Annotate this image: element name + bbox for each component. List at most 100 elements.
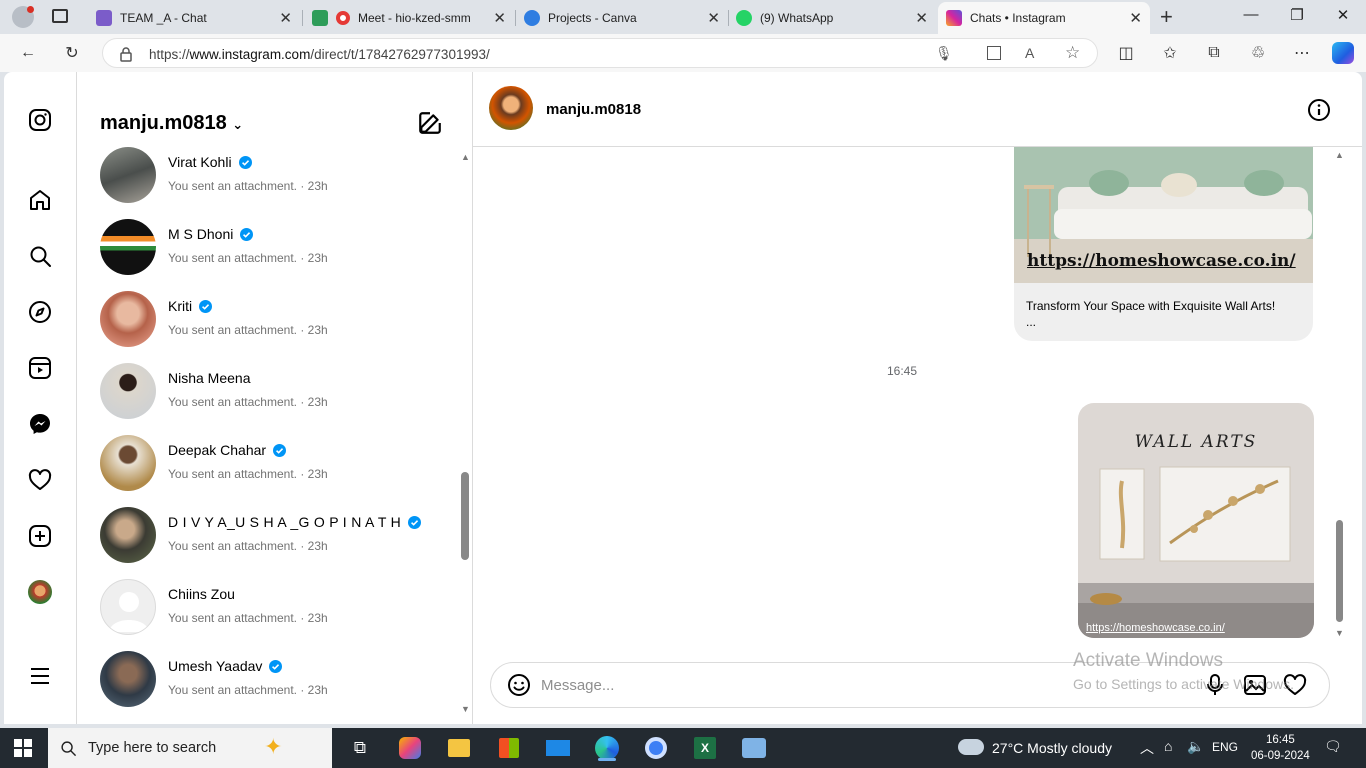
link-preview-card[interactable]: https://homeshowcase.co.in/ Transform Yo… xyxy=(1014,147,1313,341)
chevron-up-icon[interactable]: ︿ xyxy=(1140,738,1154,758)
close-tab-icon[interactable]: ✕ xyxy=(279,9,292,27)
copilot-app-icon[interactable] xyxy=(397,735,423,761)
tab-canva[interactable]: Projects - Canva ✕ xyxy=(516,4,728,32)
file-explorer-icon[interactable] xyxy=(446,735,472,761)
notifications-icon[interactable]: 🗨 xyxy=(1324,738,1342,755)
weather-cloud-icon[interactable] xyxy=(958,739,984,755)
close-tab-icon[interactable]: ✕ xyxy=(493,9,506,27)
close-tab-icon[interactable]: ✕ xyxy=(915,9,928,27)
conversation-scrollbar[interactable]: ▲ ▼ xyxy=(1333,150,1345,720)
scroll-down-arrow-icon[interactable]: ▼ xyxy=(461,704,470,714)
scroll-down-arrow-icon[interactable]: ▼ xyxy=(1335,628,1344,638)
taskbar-search[interactable]: Type here to search ✦ xyxy=(48,728,332,768)
thread-item[interactable]: M S Dhoni You sent an attachment. · 23h xyxy=(100,219,460,279)
mail-icon[interactable] xyxy=(545,735,571,761)
tab-team-chat[interactable]: TEAM _A - Chat ✕ xyxy=(88,4,300,32)
minimize-icon[interactable]: — xyxy=(1228,6,1274,23)
language-indicator[interactable]: ENG xyxy=(1212,740,1238,754)
link-description: ... xyxy=(1026,315,1037,329)
photo-icon[interactable] xyxy=(1243,673,1267,697)
profile-avatar[interactable] xyxy=(12,6,34,28)
weather-text[interactable]: 27°C Mostly cloudy xyxy=(992,740,1112,756)
image-link-url[interactable]: https://homeshowcase.co.in/ xyxy=(1086,622,1225,634)
reels-icon[interactable] xyxy=(28,356,52,380)
explore-icon[interactable] xyxy=(28,300,52,324)
windows-start-icon[interactable] xyxy=(14,739,32,757)
info-icon[interactable] xyxy=(1307,98,1331,122)
image-message[interactable]: WALL ARTS https://homeshowcase.co.in/ xyxy=(1078,403,1314,638)
profile-avatar[interactable] xyxy=(28,580,52,604)
taskbar-clock[interactable]: 16:45 06-09-2024 xyxy=(1251,732,1310,764)
app-available-icon[interactable] xyxy=(987,46,1001,60)
volume-icon[interactable]: 🔈 xyxy=(1187,738,1204,755)
tab-actions-icon[interactable] xyxy=(52,9,68,23)
network-icon[interactable]: ⌂ xyxy=(1164,738,1172,754)
more-menu-icon[interactable] xyxy=(28,664,52,688)
browser-toolbar: ← ↻ https://www.instagram.com/direct/t/1… xyxy=(0,34,1366,72)
thread-item[interactable]: Virat Kohli You sent an attachment. · 23… xyxy=(100,147,460,207)
meet-icon xyxy=(312,10,328,26)
scroll-up-arrow-icon[interactable]: ▲ xyxy=(1335,150,1344,160)
favorites-icon[interactable]: ✩ xyxy=(1158,42,1182,64)
verified-badge-icon xyxy=(199,299,213,313)
collections-icon[interactable]: ⧉ xyxy=(1202,42,1226,64)
thread-item[interactable]: Umesh Yaadav You sent an attachment. · 2… xyxy=(100,651,460,711)
like-heart-icon[interactable] xyxy=(1283,673,1307,697)
extensions-icon[interactable]: ♲ xyxy=(1246,42,1270,64)
recording-icon xyxy=(336,11,350,25)
home-icon[interactable] xyxy=(28,188,52,212)
close-tab-icon[interactable]: ✕ xyxy=(1129,9,1142,27)
site-info-icon[interactable] xyxy=(119,46,133,62)
address-bar[interactable]: https://www.instagram.com/direct/t/17842… xyxy=(102,38,1098,68)
avatar xyxy=(100,579,156,635)
close-window-icon[interactable]: ✕ xyxy=(1320,6,1366,24)
copilot-icon[interactable] xyxy=(1332,42,1354,64)
thread-item[interactable]: Deepak Chahar You sent an attachment. · … xyxy=(100,435,460,495)
search-icon[interactable] xyxy=(28,244,52,268)
split-screen-icon[interactable]: ◫ xyxy=(1114,42,1138,64)
conversation-panel: manju.m0818 https://homeshowcase.co.in/ … xyxy=(473,72,1362,724)
messenger-icon[interactable] xyxy=(28,412,52,436)
microsoft-store-icon[interactable] xyxy=(496,735,522,761)
more-menu-icon[interactable]: ⋯ xyxy=(1290,42,1314,64)
notifications-heart-icon[interactable] xyxy=(28,468,52,492)
account-switcher[interactable]: manju.m0818 ⌄ xyxy=(100,112,243,135)
chrome-like-app-icon[interactable] xyxy=(643,735,669,761)
scroll-up-arrow-icon[interactable]: ▲ xyxy=(461,152,470,162)
photos-app-icon[interactable] xyxy=(741,735,767,761)
emoji-icon[interactable] xyxy=(507,673,531,697)
avatar xyxy=(100,291,156,347)
tab-meet[interactable]: Meet - hio-kzed-smm ✕ xyxy=(304,4,514,32)
scrollbar-thumb[interactable] xyxy=(1336,520,1343,622)
thread-item[interactable]: Nisha Meena You sent an attachment. · 23… xyxy=(100,363,460,423)
avatar xyxy=(100,651,156,707)
read-aloud-icon[interactable]: A xyxy=(1025,45,1034,61)
link-url[interactable]: https://homeshowcase.co.in/ xyxy=(1027,251,1296,271)
restore-icon[interactable]: ❐ xyxy=(1274,6,1320,24)
avatar[interactable] xyxy=(489,86,533,130)
new-message-icon[interactable] xyxy=(417,110,443,136)
mic-blocked-icon[interactable]: 🎙 xyxy=(935,45,953,62)
close-tab-icon[interactable]: ✕ xyxy=(707,9,720,27)
instagram-logo-icon[interactable] xyxy=(28,108,52,132)
thread-name: Chiins Zou xyxy=(168,586,235,602)
thread-item[interactable]: Chiins Zou You sent an attachment. · 23h xyxy=(100,579,460,639)
back-icon[interactable]: ← xyxy=(16,42,40,64)
excel-icon[interactable]: X xyxy=(692,735,718,761)
create-icon[interactable] xyxy=(28,524,52,548)
message-input[interactable] xyxy=(541,674,1101,696)
thread-item[interactable]: Kriti You sent an attachment. · 23h xyxy=(100,291,460,351)
reload-icon[interactable]: ↻ xyxy=(60,42,84,64)
task-view-icon[interactable]: ⧉ xyxy=(347,735,373,761)
inbox-scrollbar[interactable]: ▲ ▼ xyxy=(459,152,471,714)
nav-rail xyxy=(4,72,77,724)
tab-whatsapp[interactable]: (9) WhatsApp ✕ xyxy=(728,4,936,32)
new-tab-button[interactable]: + xyxy=(1160,4,1173,30)
favorite-star-icon[interactable]: ☆ xyxy=(1065,43,1080,63)
edge-icon[interactable] xyxy=(594,735,620,761)
scrollbar-thumb[interactable] xyxy=(461,472,469,560)
conversation-title[interactable]: manju.m0818 xyxy=(546,101,641,118)
microphone-icon[interactable] xyxy=(1203,673,1227,697)
tab-instagram[interactable]: Chats • Instagram ✕ xyxy=(938,2,1150,34)
thread-item[interactable]: D I V Y A_U S H A _G O P I N A T H You s… xyxy=(100,507,460,567)
